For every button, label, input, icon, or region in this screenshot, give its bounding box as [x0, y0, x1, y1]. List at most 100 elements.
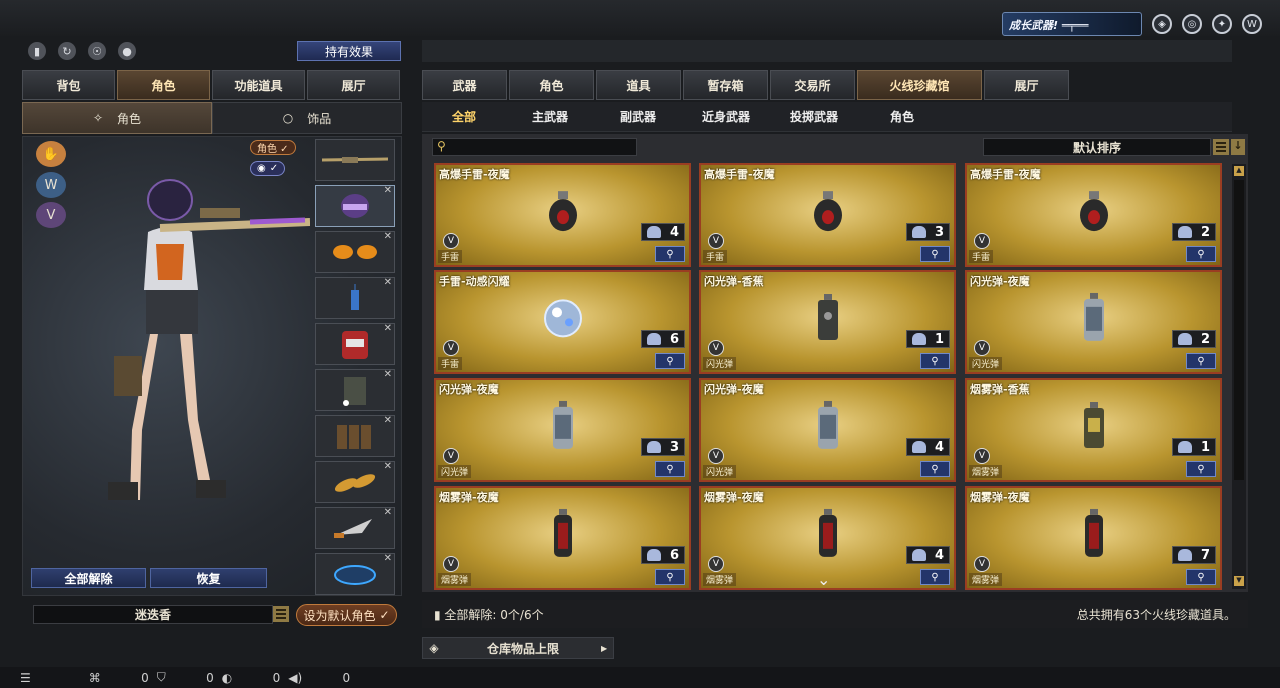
inspect-icon[interactable]: ⚲ — [1186, 246, 1216, 262]
menu-list-icon[interactable] — [273, 606, 289, 622]
w-logo-icon[interactable]: W — [1242, 14, 1262, 34]
role-toggle-pill[interactable]: 角色 ✓ — [250, 140, 296, 155]
camera-icon[interactable]: ● — [118, 42, 136, 60]
inspect-icon[interactable]: ⚲ — [1186, 461, 1216, 477]
subtab-primary[interactable]: 主武器 — [506, 108, 594, 125]
tab-collection[interactable]: 火线珍藏馆 — [857, 70, 982, 100]
shield-icon[interactable]: ◈ — [1152, 14, 1172, 34]
list-icon[interactable]: ☰ — [20, 671, 31, 685]
item-card[interactable]: 闪光弹-夜魔 V 4 闪光弹 ⚲ — [699, 378, 956, 482]
slot-accessory[interactable]: ✕ — [315, 553, 395, 595]
search-input[interactable]: ⚲ — [432, 138, 637, 156]
remove-bullets-icon[interactable]: ✕ — [384, 461, 392, 472]
remove-glasses-icon[interactable]: ✕ — [384, 231, 392, 242]
tab-backpack[interactable]: 背包 — [22, 70, 115, 100]
inspect-icon[interactable]: ⚲ — [1186, 569, 1216, 585]
subtab-character-items[interactable]: 角色 — [858, 108, 946, 125]
tab-function-items[interactable]: 功能道具 — [212, 70, 305, 100]
item-count: 6 — [641, 330, 685, 348]
tab-right-showroom[interactable]: 展厅 — [984, 70, 1069, 100]
tab-storage[interactable]: 暂存箱 — [683, 70, 768, 100]
restore-button[interactable]: 恢复 — [150, 568, 267, 588]
remove-ammo-icon[interactable]: ✕ — [384, 415, 392, 426]
slot-backpack[interactable]: ✕ — [315, 323, 395, 365]
inspect-icon[interactable]: ⚲ — [655, 569, 685, 585]
rotate-icon[interactable]: ↻ — [58, 42, 76, 60]
warehouse-limit-button[interactable]: ◈ 仓库物品上限 ▶ — [422, 637, 614, 659]
item-card[interactable]: 烟雾弹-夜魔 V 6 烟雾弹 ⚲ — [434, 486, 691, 590]
slot-weapon[interactable] — [315, 139, 395, 181]
item-card[interactable]: 手雷-动感闪耀 V 6 手雷 ⚲ — [434, 270, 691, 374]
item-card[interactable]: 闪光弹-夜魔 V 2 闪光弹 ⚲ — [965, 270, 1222, 374]
remove-helmet-icon[interactable]: ✕ — [384, 185, 392, 196]
item-count: 4 — [906, 546, 950, 564]
slot-ammo-belt[interactable]: ✕ — [315, 415, 395, 457]
wing-icon[interactable]: W — [36, 172, 66, 198]
tab-weapons[interactable]: 武器 — [422, 70, 507, 100]
scroll-down-icon[interactable]: ▼ — [1234, 576, 1244, 586]
equipment-slots: ✕ ✕ ✕ ✕ ✕ ✕ ✕ ✕ ✕ — [315, 139, 395, 595]
inspect-icon[interactable]: ⚲ — [920, 461, 950, 477]
item-count: 4 — [641, 223, 685, 241]
subtab-throwable[interactable]: 投掷武器 — [770, 108, 858, 125]
item-card[interactable]: 闪光弹-夜魔 V 3 闪光弹 ⚲ — [434, 378, 691, 482]
inspect-icon[interactable]: ⚲ — [655, 353, 685, 369]
scrollbar-thumb[interactable] — [1234, 180, 1244, 480]
item-card[interactable]: 高爆手雷-夜魔 V 4 手雷 ⚲ — [434, 163, 691, 267]
sort-direction-icon[interactable]: ↓ — [1231, 139, 1245, 155]
stack-icon — [912, 441, 926, 453]
slot-glasses[interactable]: ✕ — [315, 231, 395, 273]
tab-items[interactable]: 道具 — [596, 70, 681, 100]
remove-knife-icon[interactable]: ✕ — [384, 507, 392, 518]
tab-showroom[interactable]: 展厅 — [307, 70, 400, 100]
badge-icon[interactable]: ✦ — [1212, 14, 1232, 34]
item-count: 3 — [641, 438, 685, 456]
item-card[interactable]: 高爆手雷-夜魔 V 2 手雷 ⚲ — [965, 163, 1222, 267]
remove-vest-icon[interactable]: ✕ — [384, 369, 392, 380]
sort-list-icon[interactable] — [1213, 139, 1229, 155]
subtab-accessory-label: 饰品 — [307, 111, 332, 126]
inspect-icon[interactable]: ⚲ — [920, 353, 950, 369]
stats-icon[interactable]: ▮ — [28, 42, 46, 60]
pose-icon[interactable]: ☉ — [88, 42, 106, 60]
slot-knife[interactable]: ✕ — [315, 507, 395, 549]
sort-select[interactable]: 默认排序 — [983, 138, 1211, 156]
item-card[interactable]: 烟雾弹-香蕉 V 1 烟雾弹 ⚲ — [965, 378, 1222, 482]
v-wing-icon[interactable]: V — [36, 202, 66, 228]
subtab-secondary[interactable]: 副武器 — [594, 108, 682, 125]
stack-icon — [1178, 333, 1192, 345]
inspect-icon[interactable]: ⚲ — [920, 569, 950, 585]
slot-helmet[interactable]: ✕ — [315, 185, 395, 227]
unequip-all-button[interactable]: 全部解除 — [31, 568, 146, 588]
item-card[interactable]: 高爆手雷-夜魔 V 3 手雷 ⚲ — [699, 163, 956, 267]
chevron-down-icon[interactable]: ⌄ — [817, 570, 830, 589]
subtab-character-label: 角色 — [117, 111, 142, 126]
slot-vest[interactable]: ✕ — [315, 369, 395, 411]
globe-icon[interactable]: ◎ — [1182, 14, 1202, 34]
remove-accessory-icon[interactable]: ✕ — [384, 553, 392, 564]
inspect-icon[interactable]: ⚲ — [920, 246, 950, 262]
scroll-up-icon[interactable]: ▲ — [1234, 166, 1244, 176]
subtab-melee[interactable]: 近身武器 — [682, 108, 770, 125]
item-card[interactable]: 闪光弹-香蕉 V 1 闪光弹 ⚲ — [699, 270, 956, 374]
remove-radio-icon[interactable]: ✕ — [384, 277, 392, 288]
item-card[interactable]: 烟雾弹-夜魔 V 7 烟雾弹 ⚲ — [965, 486, 1222, 590]
slot-bullets[interactable]: ✕ — [315, 461, 395, 503]
set-default-character-button[interactable]: 设为默认角色 ✓ — [296, 604, 397, 626]
slot-radio[interactable]: ✕ — [315, 277, 395, 319]
tab-characters[interactable]: 角色 — [509, 70, 594, 100]
inspect-icon[interactable]: ⚲ — [655, 461, 685, 477]
inspect-icon[interactable]: ⚲ — [1186, 353, 1216, 369]
subtab-all[interactable]: 全部 — [422, 108, 506, 125]
growth-weapon-banner[interactable]: 成长武器! ═╤══ — [1002, 12, 1142, 36]
v-badge-icon: V — [443, 340, 459, 356]
inspect-icon[interactable]: ⚲ — [655, 246, 685, 262]
tab-exchange[interactable]: 交易所 — [770, 70, 855, 100]
hold-effect-button[interactable]: 持有效果 — [297, 41, 401, 61]
hand-icon[interactable]: ✋ — [36, 141, 66, 167]
subtab-character[interactable]: ✧ 角色 — [22, 102, 212, 134]
tab-character[interactable]: 角色 — [117, 70, 210, 100]
subtab-accessory[interactable]: ○ 饰品 — [212, 102, 402, 134]
remove-backpack-icon[interactable]: ✕ — [384, 323, 392, 334]
item-category-tag: 烟雾弹 — [969, 465, 1003, 478]
